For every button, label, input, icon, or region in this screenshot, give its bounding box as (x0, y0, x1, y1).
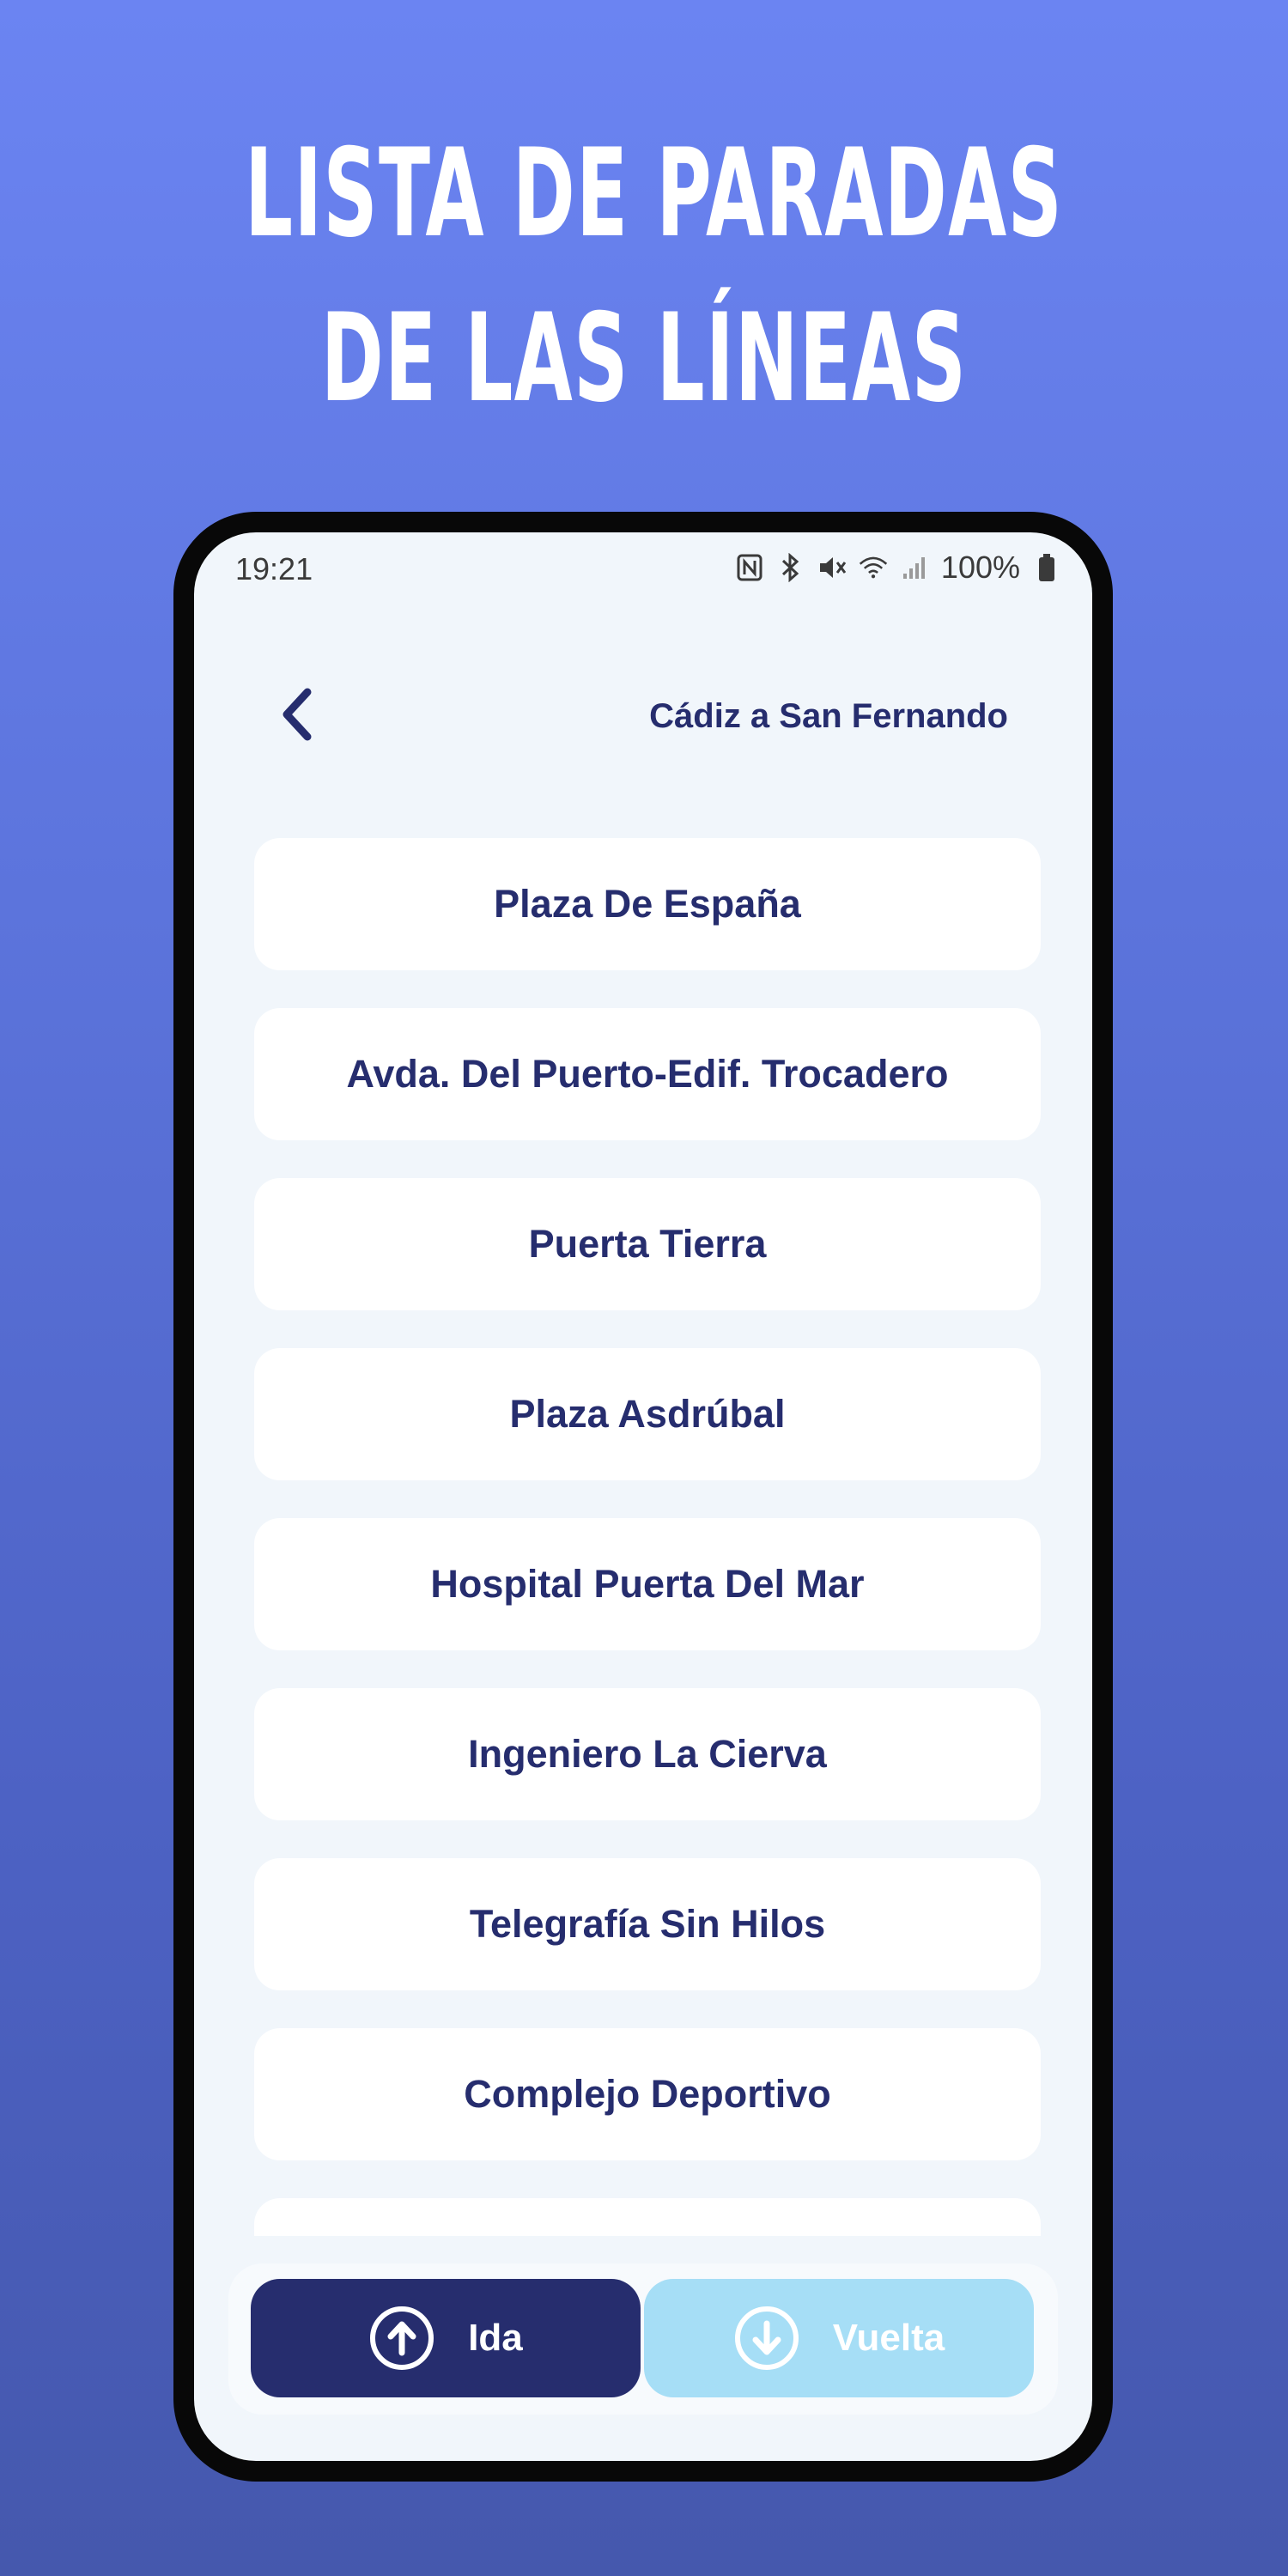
ida-label: Ida (468, 2317, 523, 2359)
phone-frame: 19:21 100% Cádiz a San Fernando Plaza De… (173, 512, 1113, 2482)
stops-list[interactable]: Plaza De España Avda. Del Puerto-Edif. T… (254, 838, 1041, 2236)
stop-item[interactable]: Plaza Asdrúbal (254, 1348, 1041, 1480)
direction-toggle: Ida Vuelta (228, 2263, 1058, 2415)
vuelta-label: Vuelta (832, 2317, 945, 2359)
arrow-down-circle-icon (733, 2305, 800, 2372)
stop-item[interactable]: Complejo Deportivo (254, 2028, 1041, 2160)
phone-screen: 19:21 100% Cádiz a San Fernando Plaza De… (194, 532, 1092, 2461)
stop-item[interactable]: Hospital Puerta Del Mar (254, 1518, 1041, 1650)
stop-item[interactable]: Avda. Del Puerto-Edif. Trocadero (254, 1008, 1041, 1140)
route-title: Cádiz a San Fernando (649, 697, 1008, 735)
nfc-icon (735, 551, 764, 584)
stop-item[interactable]: Puerta Tierra (254, 1178, 1041, 1310)
stop-item[interactable]: Plaza De España (254, 838, 1041, 970)
back-button[interactable] (263, 680, 331, 749)
wifi-icon (859, 551, 888, 584)
battery-icon (1032, 551, 1061, 584)
status-time: 19:21 (235, 551, 313, 586)
ida-button[interactable]: Ida (251, 2279, 641, 2397)
top-bar: Cádiz a San Fernando (194, 661, 1092, 764)
stop-item[interactable] (254, 2198, 1041, 2236)
battery-percent: 100% (940, 550, 1020, 585)
arrow-up-circle-icon (368, 2305, 435, 2372)
signal-icon (900, 551, 929, 584)
promo-headline: LISTA DE PARADAS DE LAS LÍNEAS (245, 112, 1064, 441)
mute-icon (817, 551, 847, 584)
promo-headline-line-2: DE LAS LÍNEAS (320, 288, 968, 429)
stop-item[interactable]: Telegrafía Sin Hilos (254, 1858, 1041, 1990)
vuelta-button[interactable]: Vuelta (644, 2279, 1034, 2397)
chevron-left-icon (283, 688, 312, 741)
stop-item[interactable]: Ingeniero La Cierva (254, 1688, 1041, 1820)
status-icons: 100% (735, 550, 1061, 586)
status-bar: 19:21 100% (194, 532, 1092, 601)
bluetooth-icon (776, 551, 805, 584)
promo-headline-line-1: LISTA DE PARADAS (245, 123, 1064, 264)
